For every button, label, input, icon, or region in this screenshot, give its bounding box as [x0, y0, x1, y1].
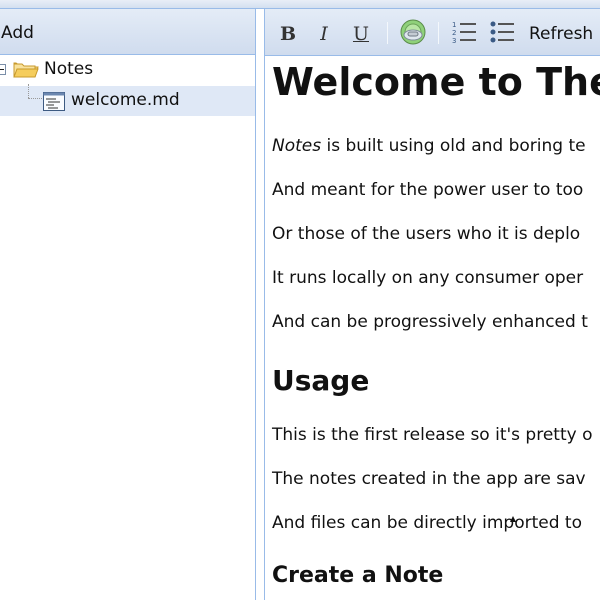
svg-text:3: 3: [452, 37, 456, 44]
section-heading-create-note: Create a Note: [272, 563, 444, 588]
underline-button[interactable]: U: [350, 21, 372, 47]
underline-icon: U: [352, 23, 369, 45]
tree-node-notes[interactable]: Notes: [0, 55, 255, 85]
tree-node-label: Notes: [44, 59, 94, 79]
bold-icon: B: [279, 23, 297, 45]
tree-connector-h: [28, 98, 42, 99]
paragraph: This is the first release so it's pretty…: [272, 425, 593, 445]
emphasis-text: Notes: [272, 136, 322, 156]
collapse-toggle-icon[interactable]: [0, 64, 6, 75]
svg-text:2: 2: [452, 29, 456, 37]
link-globe-icon: [399, 18, 427, 50]
insert-link-button[interactable]: [398, 18, 428, 50]
refresh-label: Refresh: [529, 24, 594, 44]
italic-button[interactable]: I: [313, 21, 335, 47]
svg-text:1: 1: [452, 21, 456, 29]
paragraph: And meant for the power user to too: [272, 180, 584, 200]
editor-toolbar: B I U 1 2 3 Refresh: [265, 9, 600, 56]
add-button[interactable]: Add: [1, 22, 34, 44]
window-top-strip: [0, 0, 600, 9]
tree-node-welcome-md[interactable]: welcome.md: [0, 84, 255, 116]
toolbar-separator: [387, 22, 388, 44]
toolbar-separator: [438, 22, 439, 44]
editor-panel: B I U 1 2 3 Refresh Welcome to The Notes…: [264, 9, 600, 600]
italic-icon: I: [320, 23, 328, 45]
text-cursor-icon: [510, 516, 516, 522]
paragraph-text: is built using old and boring te: [321, 136, 586, 156]
folder-icon: [13, 61, 39, 83]
paragraph: Or those of the users who it is deplo: [272, 224, 581, 244]
section-heading-usage: Usage: [272, 364, 370, 397]
tree-connector: [28, 84, 29, 98]
bullet-list-icon: [489, 20, 515, 48]
numbered-list-icon: 1 2 3: [451, 20, 477, 48]
bold-button[interactable]: B: [276, 21, 300, 47]
paragraph: It runs locally on any consumer oper: [272, 268, 584, 288]
notes-tree-panel: Add Notes welcome.md: [0, 9, 256, 600]
refresh-button[interactable]: Refresh: [529, 21, 599, 47]
paragraph: The notes created in the app are sav: [272, 469, 586, 489]
tree-node-label: welcome.md: [71, 90, 180, 110]
bullet-list-button[interactable]: [489, 21, 515, 47]
paragraph: Notes is built using old and boring te: [272, 136, 586, 156]
document-icon: [43, 92, 65, 115]
tree-toolbar: Add: [0, 9, 255, 55]
paragraph: And files can be directly imported to: [272, 513, 582, 533]
paragraph: And can be progressively enhanced t: [272, 312, 588, 332]
document-title: Welcome to The: [272, 60, 600, 104]
numbered-list-button[interactable]: 1 2 3: [451, 21, 477, 47]
